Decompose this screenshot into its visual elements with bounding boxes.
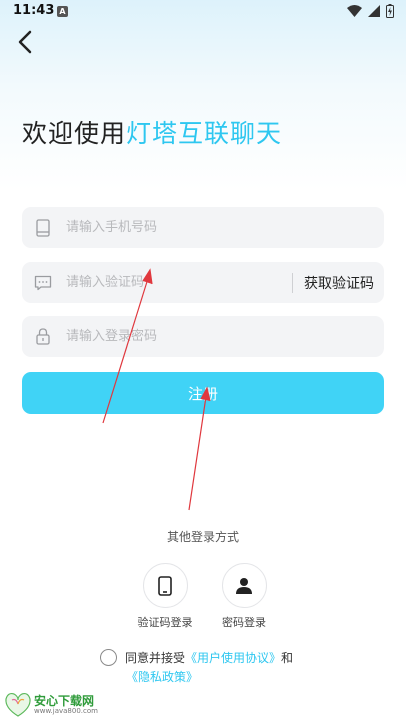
annotation-arrow-2: [188, 386, 211, 511]
annotation-arrows: [102, 268, 211, 511]
annotation-arrow-1: [102, 268, 153, 424]
